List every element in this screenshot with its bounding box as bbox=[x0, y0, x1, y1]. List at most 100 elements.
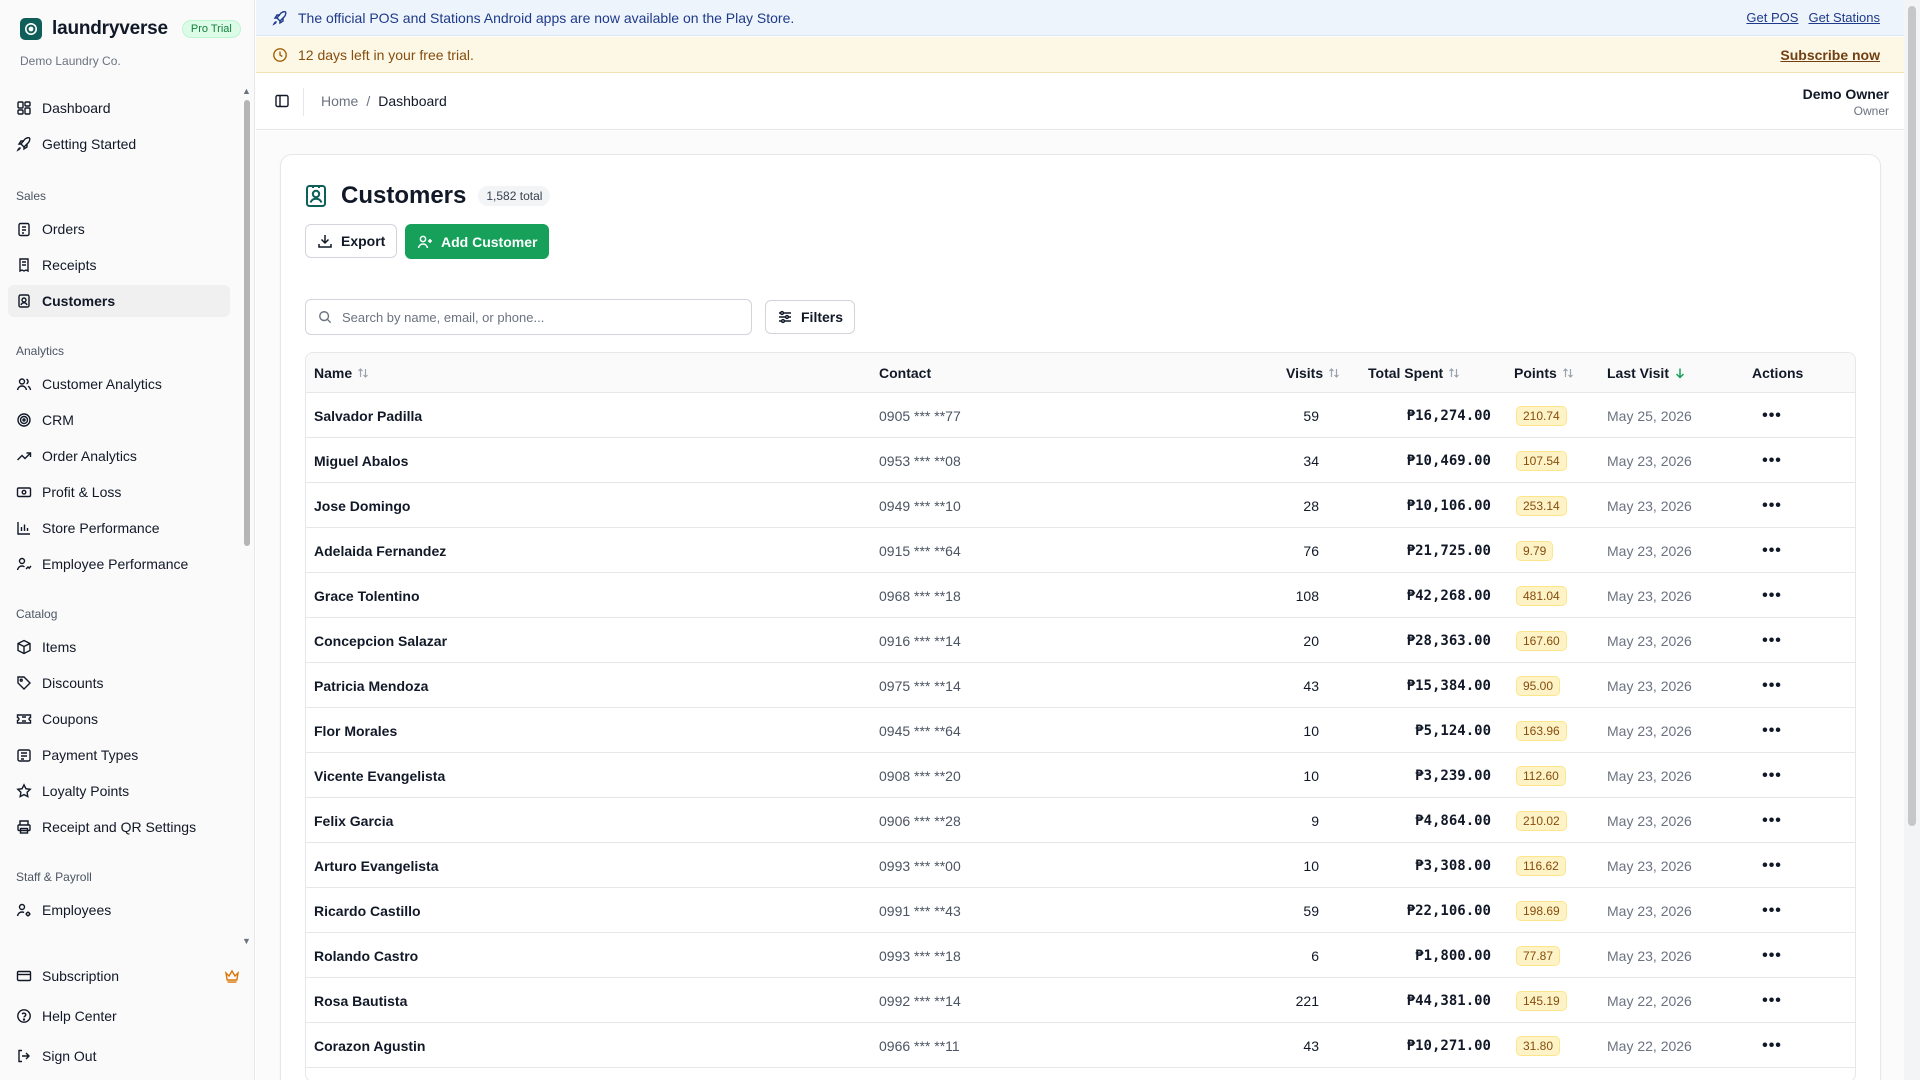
get-pos-link[interactable]: Get POS bbox=[1746, 10, 1798, 25]
sort-icon bbox=[1448, 367, 1460, 379]
column-header-points[interactable]: Points bbox=[1514, 353, 1574, 393]
column-header-last-visit[interactable]: Last Visit bbox=[1607, 353, 1686, 393]
sidebar-item-employee-performance[interactable]: Employee Performance bbox=[8, 548, 230, 580]
sidebar-item-employees[interactable]: Employees bbox=[8, 894, 230, 926]
table-row[interactable]: Felix Garcia 0906 *** **28 9 ₱4,864.00 May 2… bbox=[306, 798, 1855, 843]
get-stations-link[interactable]: Get Stations bbox=[1808, 10, 1880, 25]
table-row[interactable]: Arturo Evangelista 0993 *** **00 10 ₱3,308.… bbox=[306, 843, 1855, 888]
sidebar-item-label: Receipt and QR Settings bbox=[42, 819, 197, 835]
sidebar-toggle-icon[interactable] bbox=[274, 93, 290, 109]
customer-name[interactable]: Rosa Bautista bbox=[314, 978, 407, 1023]
table-row[interactable]: Miguel Abalos 0953 *** **08 34 ₱10,469.00 Ma… bbox=[306, 438, 1855, 483]
sidebar-item-help-center[interactable]: Help Center bbox=[8, 1000, 244, 1032]
export-button[interactable]: Export bbox=[305, 224, 398, 258]
row-actions-menu-icon[interactable]: ••• bbox=[1757, 528, 1787, 573]
sidebar-item-orders[interactable]: Orders bbox=[8, 213, 230, 245]
column-header-visits[interactable]: Visits bbox=[1286, 353, 1340, 393]
sidebar-item-coupons[interactable]: Coupons bbox=[8, 703, 230, 735]
customer-name[interactable]: Arturo Evangelista bbox=[314, 843, 438, 888]
sidebar-item-customers[interactable]: Customers bbox=[8, 285, 230, 317]
sidebar-item-profit-loss[interactable]: Profit & Loss bbox=[8, 476, 230, 508]
sidebar-item-crm[interactable]: CRM bbox=[8, 404, 230, 436]
table-row[interactable]: Patricia Mendoza 0975 *** **14 43 ₱15,384.0… bbox=[306, 663, 1855, 708]
sidebar-item-customer-analytics[interactable]: Customer Analytics bbox=[8, 368, 230, 400]
sidebar-item-label: Store Performance bbox=[42, 520, 160, 536]
filters-button[interactable]: Filters bbox=[765, 300, 856, 334]
sidebar-scrollbar[interactable] bbox=[244, 100, 250, 546]
customer-name[interactable]: Patricia Mendoza bbox=[314, 663, 428, 708]
row-actions-menu-icon[interactable]: ••• bbox=[1757, 843, 1787, 888]
table-row[interactable]: Jose Domingo 0949 *** **10 28 ₱10,106.00 May… bbox=[306, 483, 1855, 528]
sidebar-item-subscription[interactable]: Subscription bbox=[8, 960, 244, 992]
customer-name[interactable]: Flor Morales bbox=[314, 708, 397, 753]
customer-total-spent: ₱4,864.00 bbox=[1415, 812, 1491, 829]
row-actions-menu-icon[interactable]: ••• bbox=[1757, 618, 1787, 663]
customer-name[interactable]: Salvador Padilla bbox=[314, 393, 422, 438]
customer-name[interactable]: Concepcion Salazar bbox=[314, 618, 447, 663]
customer-name[interactable]: Vicente Evangelista bbox=[314, 753, 445, 798]
breadcrumb-home[interactable]: Home bbox=[321, 93, 358, 109]
sidebar-item-order-analytics[interactable]: Order Analytics bbox=[8, 440, 230, 472]
sidebar-item-loyalty-points[interactable]: Loyalty Points bbox=[8, 775, 230, 807]
clipboard-icon bbox=[16, 221, 32, 237]
row-actions-menu-icon[interactable]: ••• bbox=[1757, 888, 1787, 933]
customer-name[interactable]: Adelaida Fernandez bbox=[314, 528, 446, 573]
table-row[interactable]: Salvador Padilla 0905 *** **77 59 ₱16,274.0… bbox=[306, 393, 1855, 438]
customer-search[interactable] bbox=[305, 299, 752, 335]
add-customer-button[interactable]: Add Customer bbox=[405, 224, 550, 259]
page-scrollbar-thumb[interactable] bbox=[1908, 6, 1916, 826]
sidebar-item-label: CRM bbox=[42, 412, 74, 428]
table-row[interactable]: Corazon Agustin 0966 *** **11 43 ₱10,271.00… bbox=[306, 1023, 1855, 1068]
table-row[interactable]: Rolando Castro 0993 *** **18 6 ₱1,800.00 May… bbox=[306, 933, 1855, 978]
user-menu[interactable]: Demo Owner Owner bbox=[1803, 86, 1889, 118]
sidebar-scroll-down-icon[interactable]: ▼ bbox=[242, 936, 251, 946]
row-actions-menu-icon[interactable]: ••• bbox=[1757, 438, 1787, 483]
sidebar-scroll-up-icon[interactable]: ▲ bbox=[242, 86, 251, 96]
sidebar-item-store-performance[interactable]: Store Performance bbox=[8, 512, 230, 544]
column-header-total-spent[interactable]: Total Spent bbox=[1368, 353, 1460, 393]
points-badge: 198.69 bbox=[1516, 900, 1567, 921]
row-actions-menu-icon[interactable]: ••• bbox=[1757, 573, 1787, 618]
table-row[interactable]: Concepcion Salazar 0916 *** **14 20 ₱28,363… bbox=[306, 618, 1855, 663]
sidebar-item-items[interactable]: Items bbox=[8, 631, 230, 663]
row-actions-menu-icon[interactable]: ••• bbox=[1757, 483, 1787, 528]
row-actions-menu-icon[interactable]: ••• bbox=[1757, 708, 1787, 753]
search-input[interactable] bbox=[342, 309, 742, 325]
rocket-icon bbox=[272, 10, 298, 26]
row-actions-menu-icon[interactable]: ••• bbox=[1757, 663, 1787, 708]
subscribe-now-link[interactable]: Subscribe now bbox=[1780, 47, 1880, 63]
customer-name[interactable]: Felix Garcia bbox=[314, 798, 393, 843]
customer-name[interactable]: Corazon Agustin bbox=[314, 1023, 425, 1068]
table-row[interactable]: Rosa Bautista 0992 *** **14 221 ₱44,381.00 M… bbox=[306, 978, 1855, 1023]
table-row[interactable]: Flor Morales 0945 *** **64 10 ₱5,124.00 May … bbox=[306, 708, 1855, 753]
column-header-name[interactable]: Name bbox=[314, 353, 369, 393]
row-actions-menu-icon[interactable]: ••• bbox=[1757, 933, 1787, 978]
table-row[interactable]: Adelaida Fernandez 0915 *** **64 76 ₱21,725… bbox=[306, 528, 1855, 573]
row-actions-menu-icon[interactable]: ••• bbox=[1757, 978, 1787, 1023]
row-actions-menu-icon[interactable]: ••• bbox=[1757, 753, 1787, 798]
sidebar-item-dashboard[interactable]: Dashboard bbox=[8, 92, 230, 124]
sidebar-item-getting-started[interactable]: Getting Started bbox=[8, 128, 230, 160]
sidebar-item-receipts[interactable]: Receipts bbox=[8, 249, 230, 281]
sidebar-item-discounts[interactable]: Discounts bbox=[8, 667, 230, 699]
customer-name[interactable]: Rolando Castro bbox=[314, 933, 418, 978]
column-header-contact: Contact bbox=[879, 353, 931, 393]
sidebar-item-payment-types[interactable]: Payment Types bbox=[8, 739, 230, 771]
table-row[interactable]: Grace Tolentino 0968 *** **18 108 ₱42,268.0… bbox=[306, 573, 1855, 618]
customer-name[interactable]: Miguel Abalos bbox=[314, 438, 408, 483]
sidebar-item-label: Orders bbox=[42, 221, 85, 237]
customer-last-visit: May 23, 2026 bbox=[1607, 497, 1692, 514]
customer-total-spent: ₱3,239.00 bbox=[1415, 767, 1491, 784]
brand[interactable]: laundryverse Pro Trial bbox=[20, 18, 241, 40]
customer-name[interactable]: Jose Domingo bbox=[314, 483, 410, 528]
table-row[interactable]: Ricardo Castillo 0991 *** **43 59 ₱22,106.0… bbox=[306, 888, 1855, 933]
sidebar-item-receipt-qr-settings[interactable]: Receipt and QR Settings bbox=[8, 811, 230, 843]
sidebar-item-sign-out[interactable]: Sign Out bbox=[8, 1040, 244, 1072]
row-actions-menu-icon[interactable]: ••• bbox=[1757, 1023, 1787, 1068]
table-row[interactable]: Vicente Evangelista 0908 *** **20 10 ₱3,239… bbox=[306, 753, 1855, 798]
customer-name[interactable]: Grace Tolentino bbox=[314, 573, 420, 618]
brand-logo-icon bbox=[20, 18, 42, 40]
customer-name[interactable]: Ricardo Castillo bbox=[314, 888, 421, 933]
row-actions-menu-icon[interactable]: ••• bbox=[1757, 393, 1787, 438]
row-actions-menu-icon[interactable]: ••• bbox=[1757, 798, 1787, 843]
